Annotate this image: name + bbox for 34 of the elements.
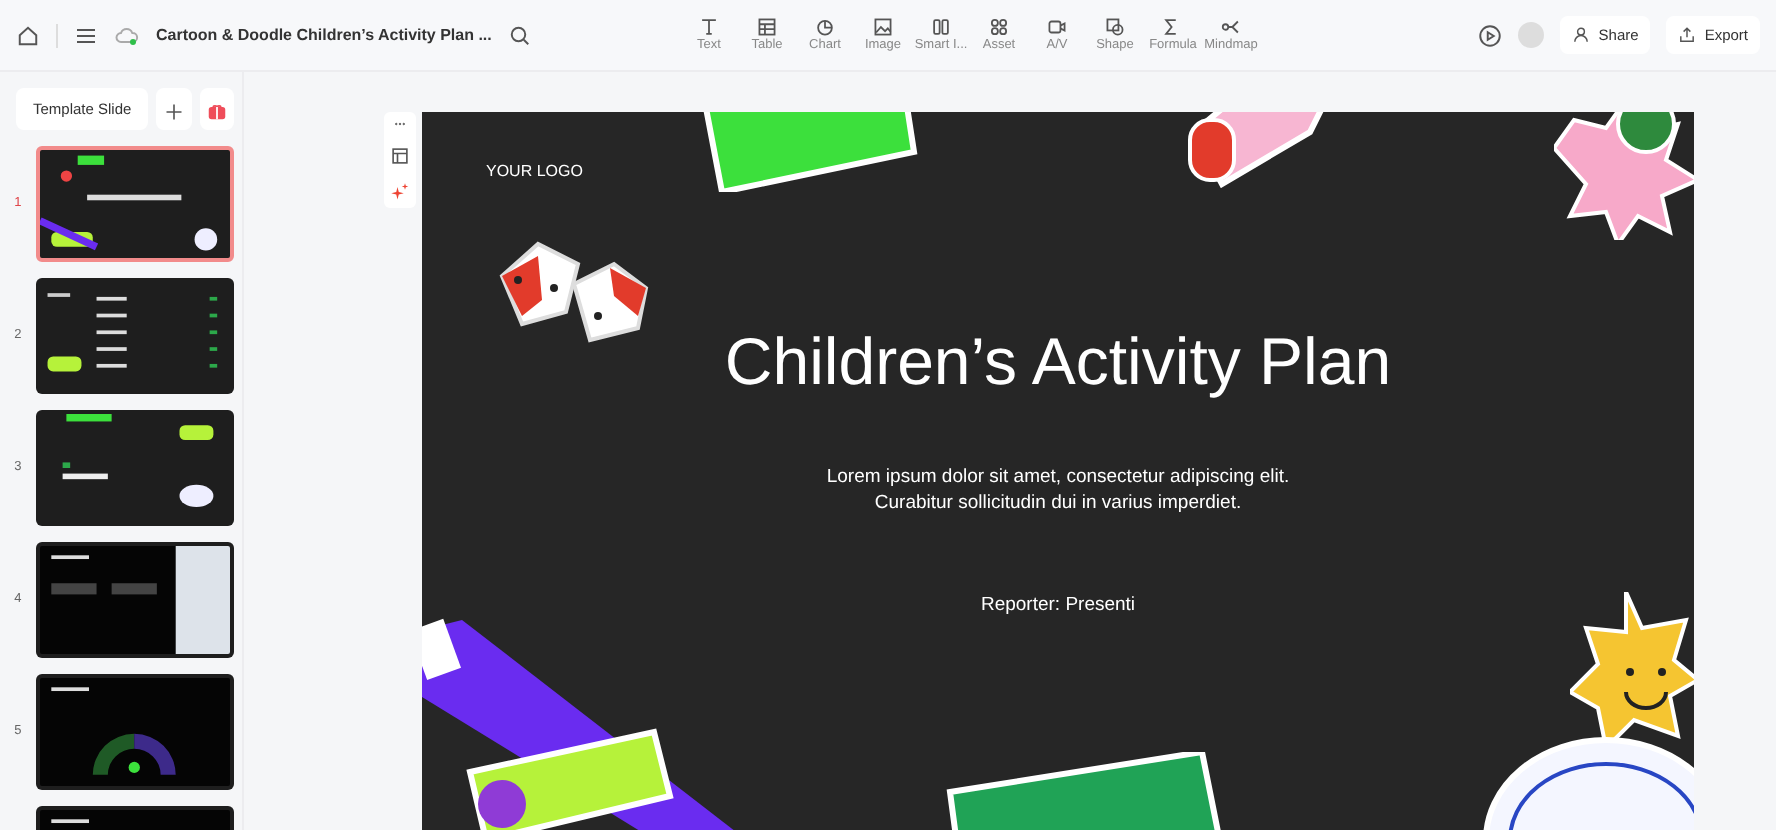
play-icon[interactable] [1478, 23, 1503, 47]
logo-text: YOUR LOGO [486, 160, 583, 184]
export-icon [1678, 26, 1697, 44]
slide-thumbnail[interactable] [35, 278, 234, 394]
slide-subtitle: Lorem ipsum dolor sit amet, consectetur adipiscing elit. Curabitur sollicitudin dui in varius imperdiet. [826, 463, 1290, 517]
menu-icon[interactable] [74, 23, 98, 47]
search-icon[interactable] [507, 23, 532, 47]
text-icon [698, 16, 720, 39]
cloud-icon [114, 23, 140, 47]
mindmap-icon [1220, 16, 1242, 39]
layout-icon [930, 16, 952, 39]
more-icon[interactable] [390, 118, 410, 130]
grid-icon [988, 16, 1010, 39]
gift-icon [205, 100, 228, 123]
add-slide-button[interactable] [156, 88, 192, 130]
slide-thumbnail[interactable] [35, 410, 234, 526]
chart-icon [814, 16, 836, 39]
person-icon [1572, 26, 1591, 44]
document-title: Cartoon & Doodle Children’s Activity Plan ... [156, 23, 492, 47]
video-icon [1046, 16, 1068, 39]
sparkle-icon[interactable] [390, 182, 410, 202]
layout-panel-icon[interactable] [390, 146, 410, 166]
slide-title: Children’s Activity Plan [724, 322, 1392, 402]
slide-thumbnail[interactable] [35, 542, 234, 658]
table-icon [756, 16, 778, 39]
image-icon [872, 16, 894, 39]
slide-thumbnail[interactable] [35, 674, 234, 790]
starburst-drawing [1554, 112, 1694, 240]
home-icon[interactable] [16, 23, 40, 47]
gift-button[interactable] [199, 88, 234, 130]
reporter-text: Reporter: Presenti [980, 592, 1136, 621]
plus-icon [163, 101, 184, 122]
shape-icon [1104, 16, 1126, 39]
slide-thumbnail[interactable] [35, 146, 234, 262]
